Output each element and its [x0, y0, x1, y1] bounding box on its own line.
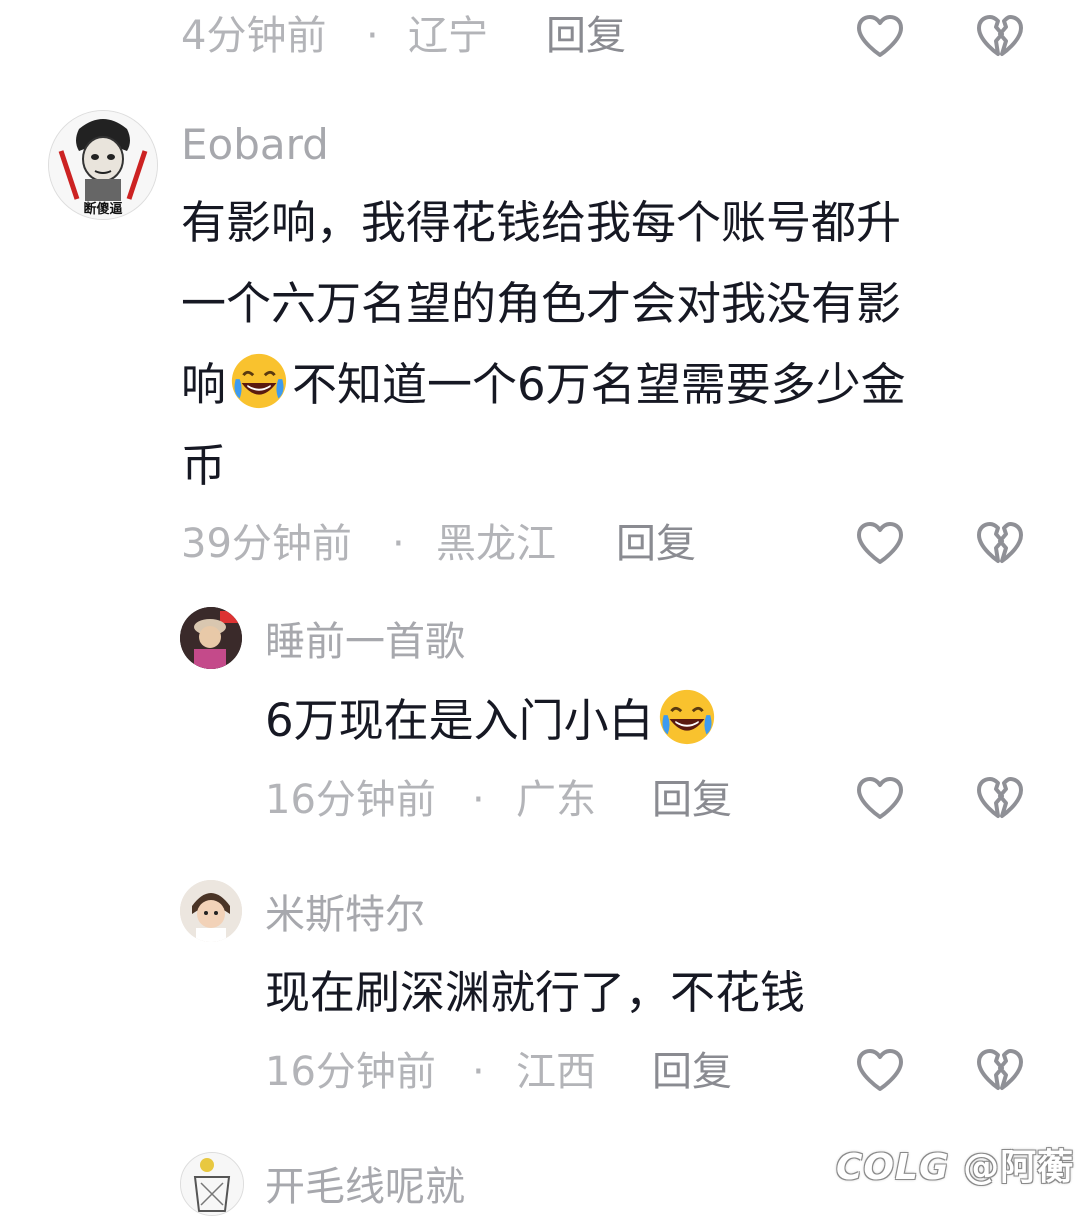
watermark: COLG @阿蘅 [836, 1138, 1074, 1190]
watermark-logo: COLG [836, 1147, 950, 1188]
broken-heart-icon[interactable] [975, 13, 1025, 59]
meta-separator: · [366, 13, 379, 59]
laughing-tears-emoji-icon [659, 689, 714, 745]
broken-heart-icon[interactable] [975, 1047, 1025, 1093]
comment-location: 辽宁 [408, 13, 488, 59]
heart-outline-icon[interactable] [855, 520, 905, 566]
broken-heart-icon[interactable] [975, 520, 1025, 566]
meme-avatar-image: 断傻逼 [49, 111, 157, 219]
avatar[interactable] [180, 607, 242, 669]
reply-button[interactable]: 回复 [546, 12, 626, 60]
reply-time: 16分钟前 [265, 777, 436, 823]
username[interactable]: 米斯特尔 [265, 890, 425, 940]
reply-time: 16分钟前 [265, 1049, 436, 1095]
comment-time: 4分钟前 [181, 13, 327, 59]
reply-location: 江西 [516, 1049, 596, 1095]
username[interactable]: 睡前一首歌 [265, 617, 465, 667]
reply-button[interactable]: 回复 [652, 776, 732, 824]
comment-line: 响 不知道一个6万名望需要多少金 [181, 344, 1021, 425]
reply-text: 6万现在是入门小白 [265, 680, 720, 761]
laughing-tears-emoji-icon [231, 353, 287, 409]
reply-text-segment: 6万现在是入门小白 [265, 694, 654, 747]
comment-location: 黑龙江 [436, 521, 556, 567]
comment-text: 有影响，我得花钱给我每个账号都升 一个六万名望的角色才会对我没有影 响 不知道一个… [181, 182, 1021, 506]
comment-line: 一个六万名望的角色才会对我没有影 [181, 277, 902, 330]
avatar[interactable] [180, 880, 242, 942]
comment-text-segment: 不知道一个6万名望需要多少金 [292, 358, 906, 411]
comment-time: 39分钟前 [181, 521, 352, 567]
avatar[interactable]: 断傻逼 [48, 110, 158, 220]
heart-outline-icon[interactable] [855, 13, 905, 59]
user-avatar-image [180, 880, 242, 942]
meta-separator: · [472, 1049, 485, 1095]
reply-text: 现在刷深渊就行了，不花钱 [265, 966, 806, 1019]
broken-heart-icon[interactable] [975, 775, 1025, 821]
username[interactable]: 开毛线呢就 [265, 1162, 465, 1212]
avatar[interactable] [180, 1152, 244, 1216]
avatar-caption: 断傻逼 [83, 201, 122, 217]
reply-button[interactable]: 回复 [616, 520, 696, 568]
comment-line: 有影响，我得花钱给我每个账号都升 [181, 196, 902, 249]
watermark-handle: @阿蘅 [963, 1147, 1075, 1188]
user-avatar-image [180, 607, 242, 669]
heart-outline-icon[interactable] [855, 1047, 905, 1093]
username[interactable]: Eobard [181, 120, 329, 170]
reply-location: 广东 [516, 777, 596, 823]
reply-button[interactable]: 回复 [652, 1048, 732, 1096]
heart-outline-icon[interactable] [855, 775, 905, 821]
comment-line: 币 [181, 439, 227, 492]
user-avatar-image [181, 1153, 243, 1215]
meta-separator: · [472, 777, 485, 823]
comment-text-segment: 响 [181, 358, 227, 411]
meta-separator: · [392, 521, 405, 567]
